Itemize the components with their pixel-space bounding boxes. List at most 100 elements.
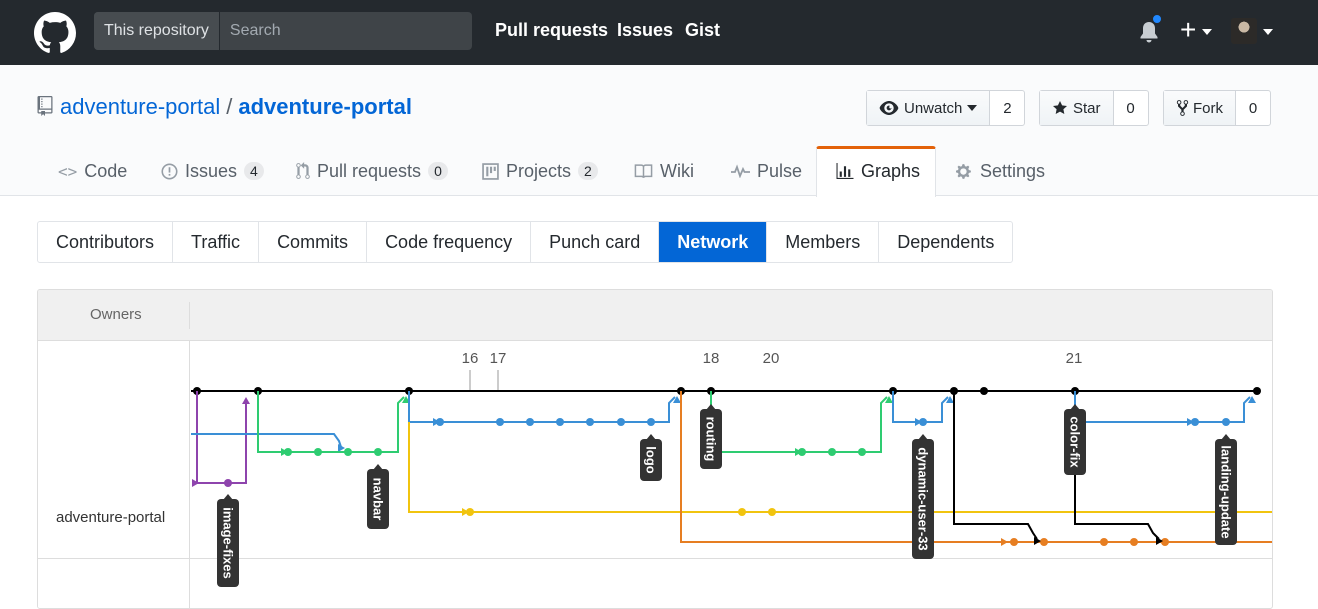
routing-branch-line (710, 391, 888, 453)
fork-count[interactable]: 0 (1236, 91, 1270, 125)
network-graph-panel: Owners adventure-portal 16 17 18 20 21 image-… (37, 289, 1273, 609)
subnav-network[interactable]: Network (659, 222, 768, 262)
subnav-punch-card[interactable]: Punch card (531, 222, 660, 262)
search-scope-label[interactable]: This repository (94, 12, 220, 50)
blue-branch-line-early (191, 433, 342, 448)
branch-tag-routing[interactable]: routing (700, 404, 722, 469)
watch-button[interactable]: Unwatch (867, 91, 991, 125)
subnav-commits[interactable]: Commits (259, 222, 368, 262)
branch-tag-text: image-fixes (221, 507, 236, 579)
tab-projects[interactable]: Projects 2 (482, 146, 598, 196)
star-count[interactable]: 0 (1114, 91, 1148, 125)
black-to-orange-line-1 (953, 391, 1038, 540)
repo-title: adventure-portal / adventure-portal (60, 94, 412, 120)
branch-tag-text: logo (644, 446, 659, 473)
watch-button-group: Unwatch 2 (866, 90, 1026, 126)
logo-commit-dot-1 (496, 418, 504, 426)
logo-commit-dot-4 (586, 418, 594, 426)
tab-pulse[interactable]: Pulse (731, 146, 802, 196)
branch-tag-dynamic-user-33[interactable]: dynamic-user-33 (912, 434, 934, 559)
date-label-16: 16 (462, 350, 479, 367)
orange-commit-dot-0 (1010, 538, 1018, 546)
tab-pull-requests[interactable]: Pull requests 0 (296, 146, 448, 196)
branch-tag-text: routing (704, 417, 719, 462)
create-new-icon[interactable]: + (1180, 14, 1196, 46)
notification-indicator (1151, 13, 1163, 25)
tab-graphs[interactable]: Graphs (836, 146, 920, 196)
tab-graphs-label: Graphs (861, 160, 921, 181)
fork-label: Fork (1193, 99, 1223, 117)
subnav-contributors[interactable]: Contributors (38, 222, 174, 262)
branch-tag-text: dynamic-user-33 (916, 447, 931, 550)
orange-commit-dot-4 (1161, 538, 1169, 546)
tab-code-label: Code (84, 160, 128, 181)
branch-tag-landing-update[interactable]: landing-update (1215, 434, 1237, 545)
subnav-dependents[interactable]: Dependents (879, 222, 1012, 262)
dynamic-user-branch-line (892, 391, 949, 423)
repo-header: adventure-portal / adventure-portal Unwatc… (0, 65, 1318, 197)
create-new-caret-icon[interactable] (1202, 29, 1212, 35)
image-fixes-branch-line (196, 391, 247, 484)
date-label-21: 21 (1066, 350, 1083, 367)
tab-code[interactable]: <> Code (58, 146, 127, 196)
branch-tag-text: landing-update (1219, 445, 1234, 538)
branch-tag-color-fix[interactable]: color-fix (1064, 404, 1086, 475)
subnav-traffic[interactable]: Traffic (173, 222, 260, 262)
tab-settings-label: Settings (980, 160, 1046, 181)
user-menu-caret-icon[interactable] (1263, 29, 1273, 35)
logo-commit-dot-2 (526, 418, 534, 426)
branch-tag-logo[interactable]: logo (640, 434, 662, 481)
nav-issues[interactable]: Issues (617, 20, 673, 41)
star-label: Star (1073, 99, 1101, 117)
branch-tag-pointer (223, 494, 233, 500)
tab-issues[interactable]: Issues 4 (161, 146, 264, 196)
network-graph-canvas[interactable]: 16 17 18 20 21 image-fixes navbar logo routing dy… (38, 290, 1273, 609)
subnav-members[interactable]: Members (767, 222, 880, 262)
branch-tag-text: navbar (371, 478, 386, 521)
navbar-commit-dot-1 (314, 448, 322, 456)
repo-owner-link[interactable]: adventure-portal (60, 94, 220, 119)
pull-request-icon (296, 162, 310, 179)
project-icon (482, 162, 499, 180)
nav-gist[interactable]: Gist (685, 20, 720, 41)
date-label-18: 18 (703, 350, 720, 367)
graph-icon (836, 162, 854, 179)
search-box: This repository (94, 12, 472, 50)
tab-pulse-label: Pulse (757, 160, 803, 181)
fork-button-group: Fork 0 (1163, 90, 1271, 126)
github-logo-icon[interactable] (34, 12, 76, 54)
subnav-code-frequency[interactable]: Code frequency (367, 222, 532, 262)
dynamic-user-commit-dot (919, 418, 927, 426)
watch-count[interactable]: 2 (990, 91, 1024, 125)
star-button[interactable]: Star (1040, 91, 1114, 125)
logo-commit-dot-3 (556, 418, 564, 426)
yellow-commit-dot-1 (738, 508, 746, 516)
repo-icon (37, 96, 53, 116)
branch-tag-navbar[interactable]: navbar (367, 464, 389, 529)
tab-settings[interactable]: Settings (956, 146, 1045, 196)
global-header: This repository Pull requests Issues Gis… (0, 0, 1318, 65)
user-avatar[interactable] (1231, 18, 1257, 44)
tab-projects-label: Projects (506, 160, 572, 181)
book-icon (634, 163, 653, 178)
logo-commit-dot-5 (617, 418, 625, 426)
branch-tag-pointer (646, 434, 656, 440)
fork-icon (1176, 100, 1189, 116)
issue-icon (161, 162, 178, 180)
tab-wiki[interactable]: Wiki (634, 146, 694, 196)
repo-name-link[interactable]: adventure-portal (238, 94, 412, 119)
repo-title-separator: / (226, 94, 233, 119)
yellow-branch-line (408, 422, 1272, 513)
branch-tag-image-fixes[interactable]: image-fixes (217, 494, 239, 587)
fork-button[interactable]: Fork (1164, 91, 1236, 125)
orange-branch-arrow (1001, 538, 1008, 546)
branch-tag-pointer (1221, 434, 1231, 440)
search-input[interactable] (219, 12, 472, 50)
routing-commit-dot-1 (828, 448, 836, 456)
date-label-17: 17 (490, 350, 507, 367)
date-label-20: 20 (763, 350, 780, 367)
nav-pull-requests[interactable]: Pull requests (495, 20, 608, 41)
yellow-commit-dot-2 (768, 508, 776, 516)
yellow-commit-dot-0 (466, 508, 474, 516)
master-commit-dot-9 (1253, 387, 1261, 395)
